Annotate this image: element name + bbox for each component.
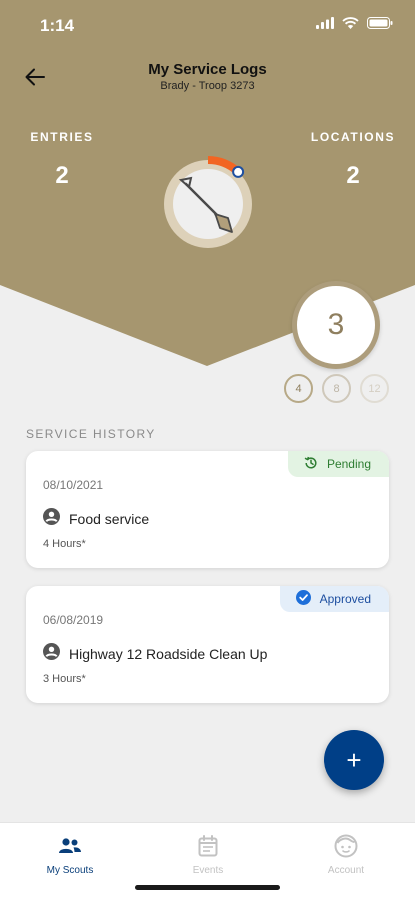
milestone-badge: 12 (360, 374, 389, 403)
progress-knob (232, 165, 245, 178)
log-hours: 3 Hours* (43, 673, 86, 685)
page-subtitle: Brady - Troop 3273 (160, 80, 255, 92)
signal-icon (316, 16, 334, 34)
calendar-icon (158, 833, 258, 859)
entries-value: 2 (55, 162, 69, 189)
service-history-heading: SERVICE HISTORY (26, 427, 156, 441)
locations-label: LOCATIONS (310, 130, 396, 144)
current-rank-badge: 3 (292, 281, 380, 369)
log-date: 06/08/2019 (43, 613, 104, 627)
tab-label: Account (327, 865, 365, 876)
service-log-card[interactable]: Pending 08/10/2021 Food service 4 Hours* (26, 451, 389, 568)
account-face-icon (296, 833, 396, 859)
status-bar: 1:14 (0, 0, 415, 52)
person-circle-icon (43, 643, 60, 665)
log-name: Highway 12 Roadside Clean Up (69, 646, 268, 662)
milestone-badge: 4 (284, 374, 313, 403)
service-progress-ring (160, 156, 256, 252)
battery-icon (367, 16, 393, 34)
status-badge-approved: Approved (279, 586, 389, 612)
tab-label: My Scouts (46, 865, 94, 876)
log-date: 08/10/2021 (43, 478, 104, 492)
tab-label: Events (192, 865, 224, 876)
locations-stat: LOCATIONS 2 (305, 130, 401, 190)
status-time: 1:14 (40, 16, 75, 35)
log-name-row: Food service (43, 508, 149, 530)
status-text: Pending (326, 457, 371, 471)
service-log-card[interactable]: Approved 06/08/2019 Highway 12 Roadside … (26, 586, 389, 703)
status-text: Approved (319, 592, 371, 606)
wifi-icon (342, 16, 359, 34)
milestone-badges: 4 8 12 (284, 374, 389, 403)
status-badge-pending: Pending (287, 451, 389, 477)
locations-value: 2 (346, 162, 360, 189)
check-circle-icon (295, 590, 311, 608)
log-name-row: Highway 12 Roadside Clean Up (43, 643, 267, 665)
log-hours: 4 Hours* (43, 538, 86, 550)
plus-icon: + (346, 744, 362, 775)
home-indicator (135, 885, 280, 890)
milestone-badge: 8 (322, 374, 351, 403)
tab-events[interactable]: Events (158, 833, 258, 876)
history-clock-icon (304, 456, 318, 473)
people-icon (20, 833, 120, 859)
person-circle-icon (43, 508, 60, 530)
tab-account[interactable]: Account (296, 833, 396, 876)
tab-my-scouts[interactable]: My Scouts (20, 833, 120, 876)
entries-label: ENTRIES (30, 130, 94, 144)
navigation-bar: My Service Logs Brady - Troop 3273 (0, 58, 415, 98)
status-icons (316, 16, 393, 34)
entries-stat: ENTRIES 2 (22, 130, 102, 190)
page-title: My Service Logs (148, 61, 267, 78)
add-service-log-button[interactable]: + (324, 730, 384, 790)
log-name: Food service (69, 511, 150, 527)
